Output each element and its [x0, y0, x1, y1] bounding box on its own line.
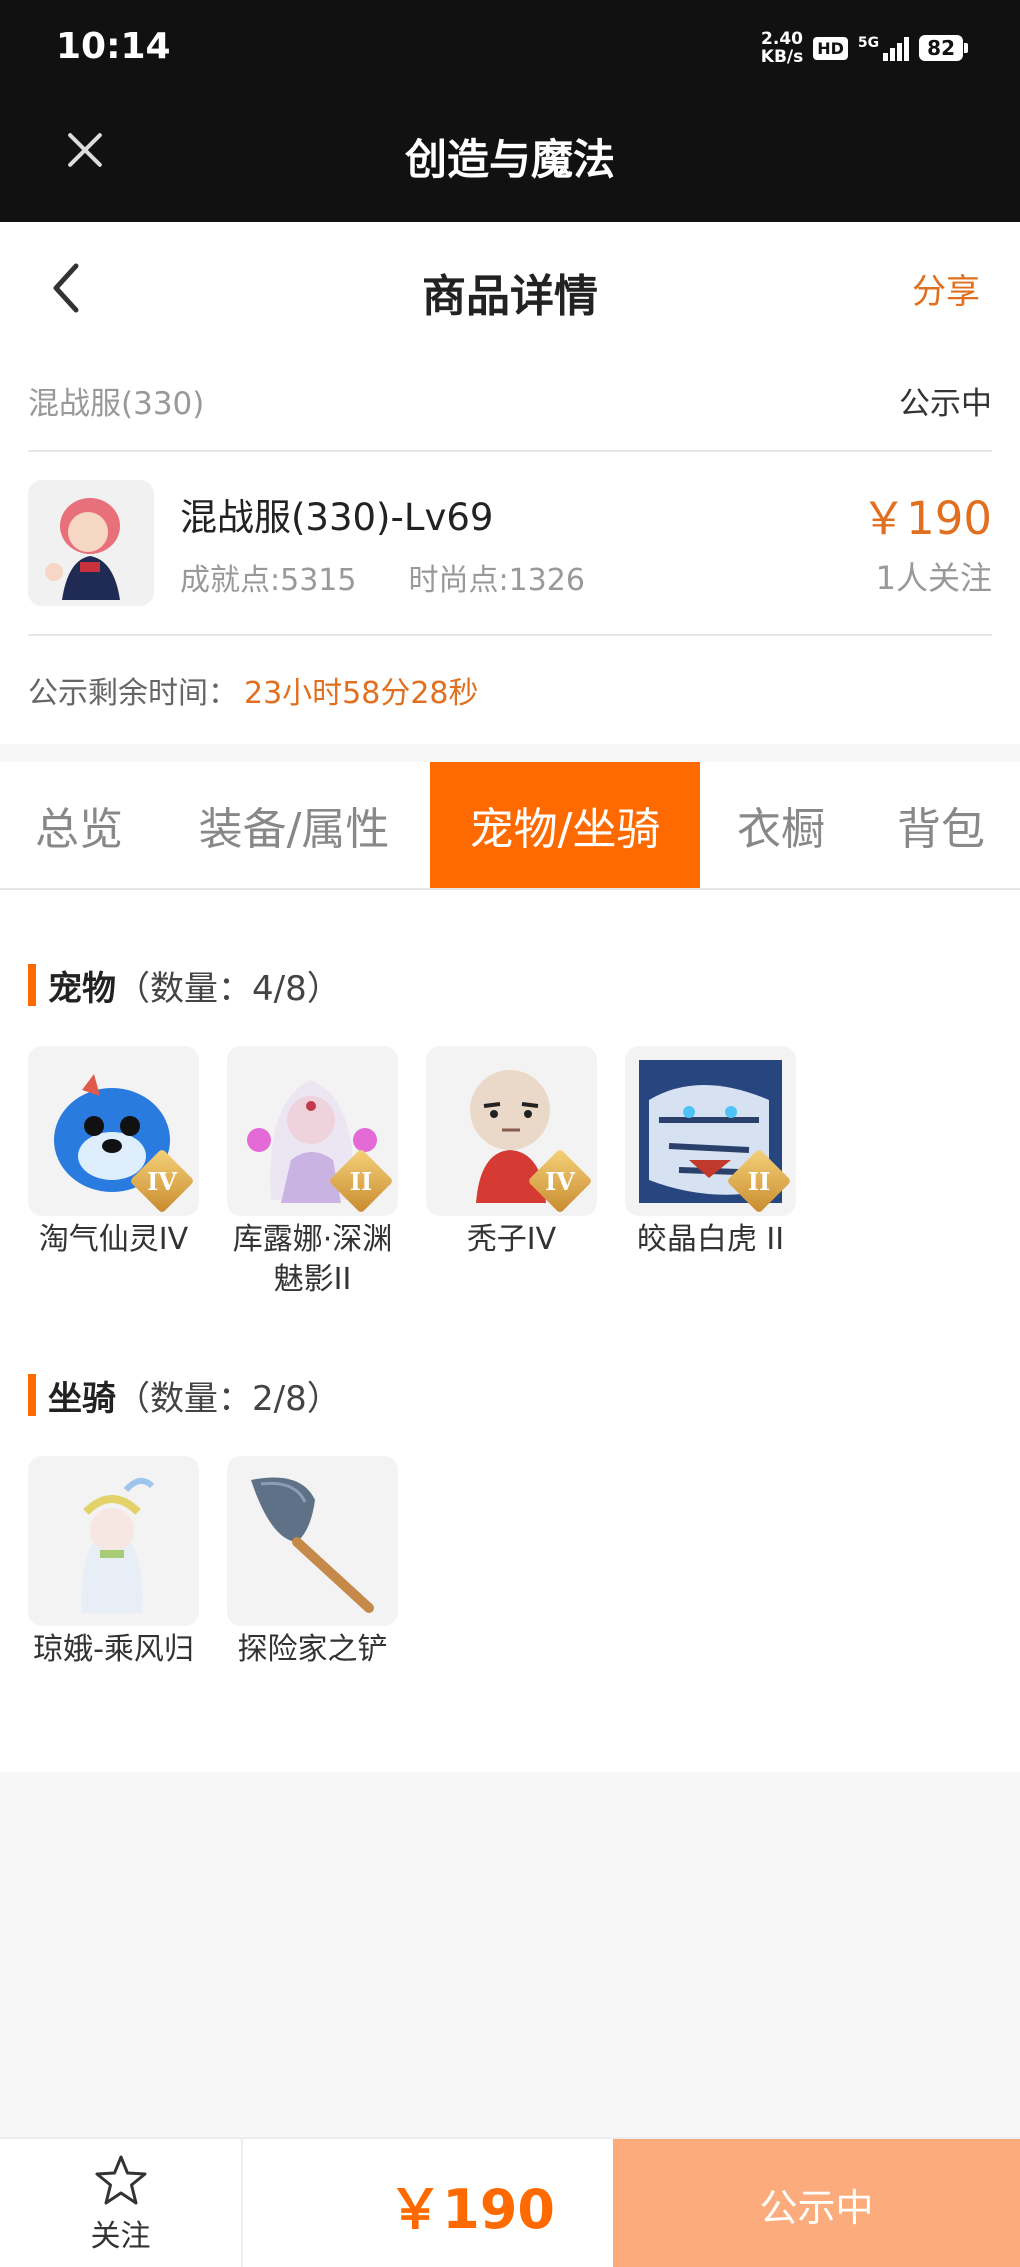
pet-tier: IV	[147, 1167, 177, 1196]
pet-image: II	[227, 1046, 398, 1216]
server-name: 混战服(330)	[28, 385, 205, 422]
achievement-points: 成就点:5315	[180, 563, 357, 598]
network-speed-value: 2.40	[761, 29, 803, 49]
tab-equipment[interactable]: 装备/属性	[158, 762, 430, 888]
goods-stats: 成就点:5315 时尚点:1326	[180, 555, 585, 599]
follow-label: 关注	[90, 2219, 151, 2254]
pet-name: 皎晶白虎 II	[636, 1222, 785, 1257]
status-time: 10:14	[56, 26, 171, 67]
mount-image	[227, 1456, 398, 1626]
nav-bar: 商品详情 分享	[0, 222, 1020, 350]
battery-icon: 82	[919, 35, 968, 61]
app-header: 创造与魔法	[0, 100, 1020, 222]
remaining-time-row: 公示剩余时间： 23小时58分28秒	[28, 636, 992, 744]
fashion-points: 时尚点:1326	[408, 563, 585, 598]
listing-status: 公示中	[899, 385, 992, 422]
pet-image: IV	[426, 1046, 597, 1216]
pets-section: 宠物 （数量：4/8） IV 淘气仙灵IV II 库露娜·深渊魅影II IV 秃…	[0, 960, 1020, 1300]
mount-image	[28, 1456, 199, 1626]
pet-item[interactable]: II 库露娜·深渊魅影II	[227, 1046, 398, 1300]
followers-count: 1人关注	[875, 559, 992, 597]
hd-icon: HD	[813, 36, 848, 60]
pets-count: （数量：4/8）	[116, 968, 341, 1009]
bottom-bar: 关注 ￥190 公示中	[0, 2137, 1020, 2267]
pets-title: 宠物	[48, 968, 116, 1009]
status-bar: 10:14 2.40 KB/s HD 5G 82	[0, 0, 1020, 100]
server-row: 混战服(330) 公示中	[28, 350, 992, 452]
pet-name: 淘气仙灵IV	[38, 1222, 189, 1257]
character-avatar	[28, 480, 154, 606]
pet-tier: II	[747, 1167, 771, 1196]
pet-item[interactable]: IV 淘气仙灵IV	[28, 1046, 199, 1300]
mount-name: 探险家之铲	[237, 1632, 388, 1667]
mounts-header: 坐骑 （数量：2/8）	[28, 1370, 992, 1420]
tab-pets-mounts[interactable]: 宠物/坐骑	[430, 762, 700, 888]
pet-image: II	[625, 1046, 796, 1216]
tab-backpack[interactable]: 背包	[862, 762, 1020, 888]
signal-icon: 5G	[857, 35, 910, 61]
pet-name: 库露娜·深渊魅影II	[232, 1222, 393, 1297]
goods-title: 混战服(330)-Lv69	[180, 496, 494, 539]
pet-tier: II	[349, 1167, 373, 1196]
pet-name: 秃子IV	[466, 1222, 557, 1257]
status-icons: 2.40 KB/s HD 5G 82	[761, 30, 968, 66]
tab-overview[interactable]: 总览	[0, 762, 158, 888]
page-title: 商品详情	[422, 271, 598, 322]
tab-wardrobe[interactable]: 衣橱	[700, 762, 862, 888]
mounts-section: 坐骑 （数量：2/8） 琼娥-乘风归 探险家之铲	[0, 1370, 1020, 1670]
tab-bar: 总览 装备/属性 宠物/坐骑 衣橱 背包	[0, 762, 1020, 890]
mounts-title: 坐骑	[48, 1378, 116, 1419]
follow-button[interactable]: 关注	[0, 2139, 243, 2267]
pet-image: IV	[28, 1046, 199, 1216]
mounts-grid: 琼娥-乘风归 探险家之铲	[28, 1456, 992, 1670]
pet-item[interactable]: II 皎晶白虎 II	[625, 1046, 796, 1300]
mounts-count: （数量：2/8）	[116, 1378, 341, 1419]
status-cta-button[interactable]: 公示中	[613, 2139, 1020, 2267]
star-icon	[95, 2155, 146, 2205]
page-content: 商品详情 分享 混战服(330) 公示中 混战服(330)-Lv69 成就点:5…	[0, 222, 1020, 1772]
network-type: 5G	[857, 35, 880, 51]
network-speed: 2.40 KB/s	[761, 30, 803, 66]
network-speed-unit: KB/s	[760, 47, 804, 67]
remaining-time-value: 23小时58分28秒	[244, 676, 479, 711]
pets-grid: IV 淘气仙灵IV II 库露娜·深渊魅影II IV 秃子IV II 皎晶白虎 …	[28, 1046, 992, 1300]
mount-name: 琼娥-乘风归	[33, 1632, 194, 1667]
remaining-time-label: 公示剩余时间：	[28, 676, 238, 711]
mount-item[interactable]: 探险家之铲	[227, 1456, 398, 1670]
pet-item[interactable]: IV 秃子IV	[426, 1046, 597, 1300]
app-title: 创造与魔法	[404, 135, 615, 184]
pet-tier: IV	[545, 1167, 575, 1196]
goods-price: ￥190	[861, 492, 992, 545]
pets-header: 宠物 （数量：4/8）	[28, 960, 992, 1010]
mount-item[interactable]: 琼娥-乘风归	[28, 1456, 199, 1670]
goods-row[interactable]: 混战服(330)-Lv69 成就点:5315 时尚点:1326 ￥190 1人关注	[28, 452, 992, 636]
bottom-price: ￥190	[388, 2177, 555, 2241]
share-button[interactable]: 分享	[912, 264, 980, 313]
listing-info: 混战服(330) 公示中 混战服(330)-Lv69 成就点:5315 时尚点:1…	[0, 350, 1020, 762]
battery-level: 82	[919, 35, 963, 61]
